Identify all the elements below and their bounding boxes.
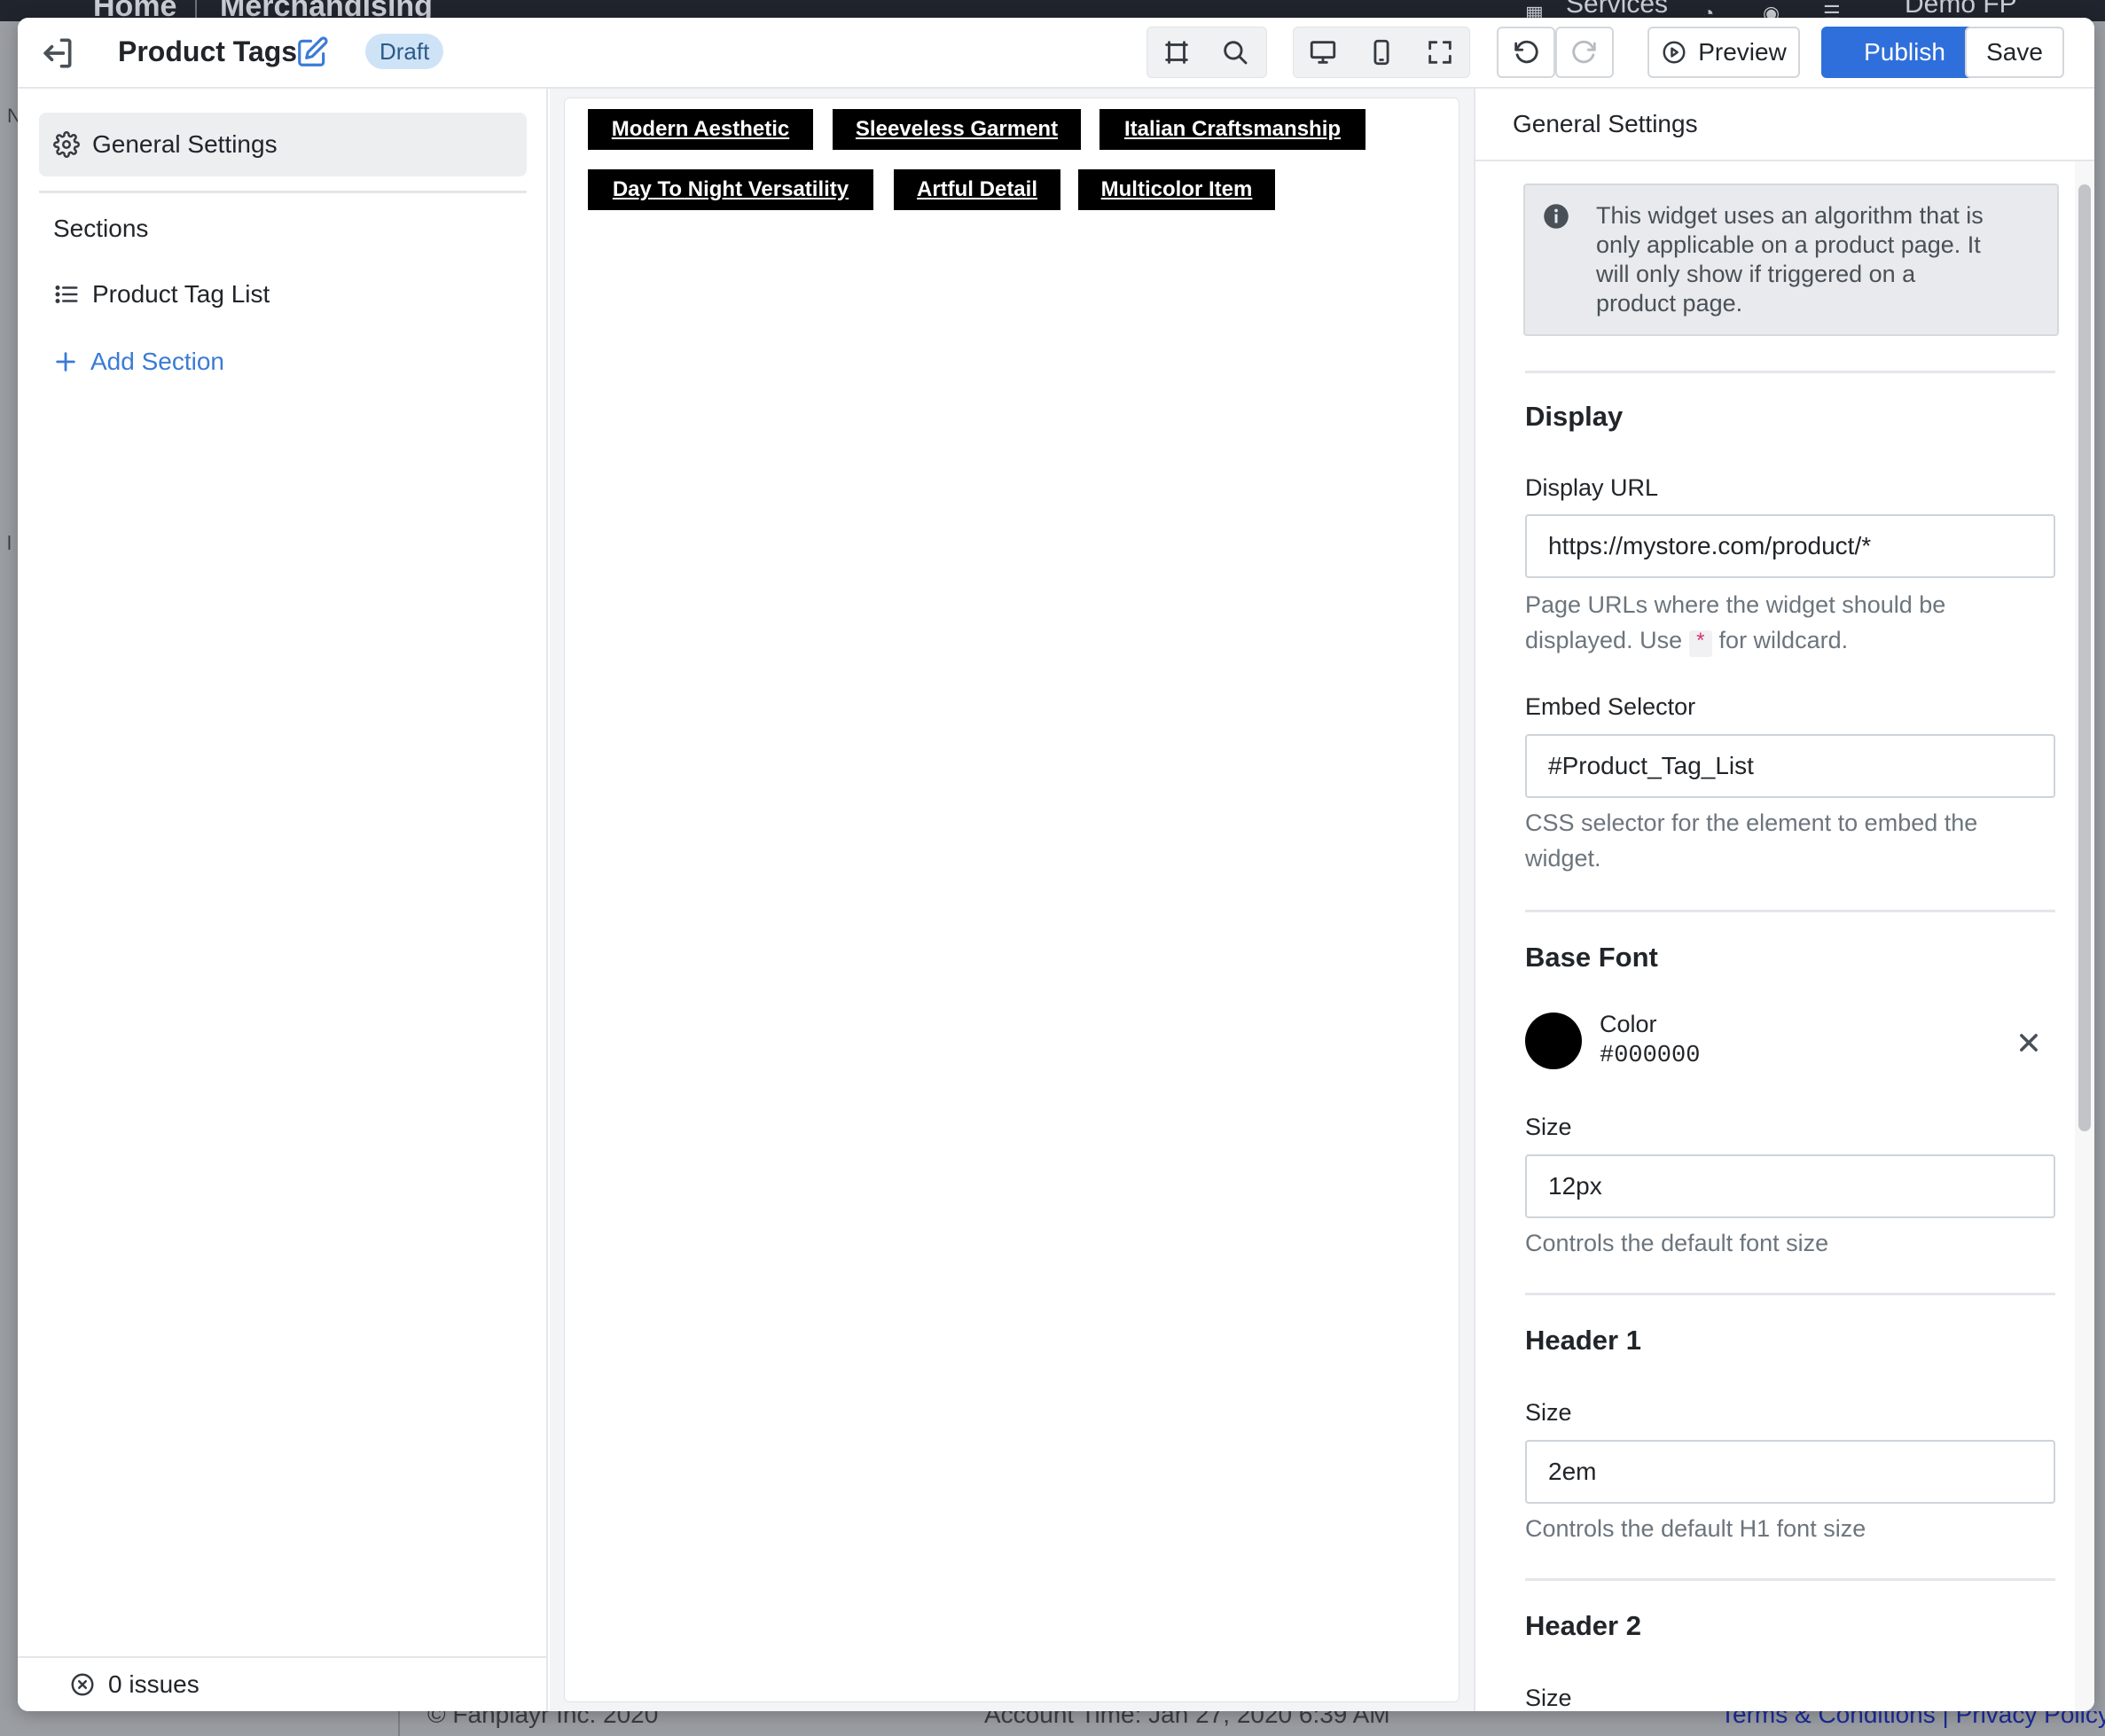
header1-size-input[interactable] [1525, 1440, 2055, 1504]
add-section-label: Add Section [90, 348, 224, 375]
bg-copyright: © Fanplayr Inc. 2020 [427, 1711, 659, 1728]
mobile-icon [1373, 39, 1389, 66]
device-tools-group [1293, 27, 1470, 78]
back-button[interactable] [37, 34, 76, 73]
background-footer: © Fanplayr Inc. 2020 Account Time: Jan 2… [0, 1711, 2105, 1736]
sidebar-item-label: General Settings [92, 130, 278, 158]
gear-icon [53, 131, 80, 158]
widget-editor-modal: Product Tags Draft Preview Publish Save … [18, 18, 2094, 1711]
undo-icon [1514, 40, 1538, 64]
display-heading: Display [1525, 401, 1624, 432]
header1-size-label: Size [1525, 1399, 1572, 1426]
sections-heading: Sections [53, 215, 149, 242]
product-tag[interactable]: Artful Detail [894, 169, 1060, 210]
sidebar-item-general-settings[interactable]: General Settings [39, 113, 527, 176]
display-url-input[interactable] [1525, 514, 2055, 578]
info-message: This widget uses an algorithm that is on… [1596, 202, 1984, 317]
color-label: Color [1600, 1011, 1657, 1037]
embed-selector-label: Embed Selector [1525, 693, 1696, 720]
base-font-size-input[interactable] [1525, 1154, 2055, 1218]
editor-toolbar: Product Tags Draft Preview Publish Save [18, 18, 2094, 89]
section-divider [1525, 1293, 2055, 1295]
sidebar-item-product-tag-list[interactable]: Product Tag List [53, 280, 270, 309]
help-text-part: for wildcard. [1718, 627, 1849, 653]
embed-selector-input[interactable] [1525, 734, 2055, 798]
search-button[interactable] [1206, 27, 1264, 77]
product-tag[interactable]: Italian Craftsmanship [1099, 109, 1366, 150]
bg-footer-divider [398, 1711, 400, 1736]
product-tag[interactable]: Day To Night Versatility [588, 169, 873, 210]
base-font-size-help: Controls the default font size [1525, 1230, 1829, 1256]
status-badge: Draft [365, 34, 444, 69]
settings-panel: General Settings This widget uses an alg… [1474, 89, 2094, 1711]
product-tag[interactable]: Sleeveless Garment [833, 109, 1081, 150]
preview-button[interactable]: Preview [1647, 27, 1800, 78]
info-alert: This widget uses an algorithm that is on… [1523, 184, 2059, 336]
product-tag[interactable]: Multicolor Item [1078, 169, 1275, 210]
sections-sidebar: General Settings Sections Product Tag Li… [18, 89, 548, 1711]
product-tag[interactable]: Modern Aesthetic [588, 109, 813, 150]
header1-size-help: Controls the default H1 font size [1525, 1515, 1866, 1542]
embed-selector-help: CSS selector for the element to embed th… [1525, 809, 1978, 872]
undo-button[interactable] [1497, 27, 1555, 78]
crop-icon [1165, 41, 1188, 64]
issues-label: 0 issues [108, 1670, 200, 1698]
header2-heading: Header 2 [1525, 1610, 1641, 1641]
bg-services: Services [1566, 0, 1669, 19]
page-title: Product Tags [118, 35, 298, 67]
publish-button[interactable]: Publish [1821, 27, 1988, 78]
settings-panel-title: General Settings [1475, 89, 2094, 161]
circle-x-icon [71, 1673, 94, 1696]
header2-size-label: Size [1525, 1685, 1572, 1711]
display-url-label: Display URL [1525, 474, 1659, 501]
preview-label: Preview [1698, 38, 1787, 66]
fullscreen-icon [1428, 41, 1452, 64]
color-value: #000000 [1600, 1043, 1701, 1069]
redo-icon [1572, 40, 1596, 64]
base-font-heading: Base Font [1525, 942, 1658, 973]
bg-footer-links: Terms & Conditions | Privacy Policy [1720, 1711, 2105, 1728]
section-divider [1525, 1578, 2055, 1581]
search-icon [1224, 41, 1248, 65]
bg-left-mark: l [7, 532, 12, 554]
issues-status[interactable]: 0 issues [18, 1656, 546, 1711]
play-icon [1663, 41, 1686, 64]
section-divider [1525, 910, 2055, 912]
add-section-button[interactable]: Add Section [53, 348, 224, 376]
header1-heading: Header 1 [1525, 1325, 1641, 1356]
wildcard-code: * [1688, 630, 1713, 657]
color-swatch[interactable] [1525, 1013, 1582, 1069]
widget-preview: Modern Aesthetic Sleeveless Garment Ital… [564, 98, 1459, 1702]
edit-icon[interactable] [295, 35, 329, 69]
fullscreen-button[interactable] [1411, 27, 1469, 77]
canvas-tools-group [1146, 27, 1267, 78]
crop-button[interactable] [1147, 27, 1206, 77]
info-icon [1544, 204, 1569, 229]
bg-account-time: Account Time: Jan 27, 2020 6:39 AM [984, 1711, 1390, 1728]
display-url-help: Page URLs where the widget should be dis… [1525, 587, 2022, 658]
desktop-view-button[interactable] [1294, 27, 1352, 77]
preview-canvas-area: Modern Aesthetic Sleeveless Garment Ital… [550, 89, 1491, 1711]
sidebar-divider [39, 191, 527, 193]
sidebar-item-label: Product Tag List [92, 280, 270, 308]
mobile-view-button[interactable] [1352, 27, 1411, 77]
desktop-icon [1310, 41, 1336, 64]
settings-scrollbar-thumb[interactable] [2078, 184, 2091, 1131]
section-divider [1525, 371, 2055, 373]
redo-button[interactable] [1555, 27, 1614, 78]
plus-icon [56, 352, 75, 371]
list-icon [55, 285, 78, 303]
save-button[interactable]: Save [1965, 27, 2064, 78]
close-icon[interactable] [2016, 1030, 2041, 1055]
back-icon [43, 38, 72, 68]
base-font-size-label: Size [1525, 1114, 1572, 1140]
